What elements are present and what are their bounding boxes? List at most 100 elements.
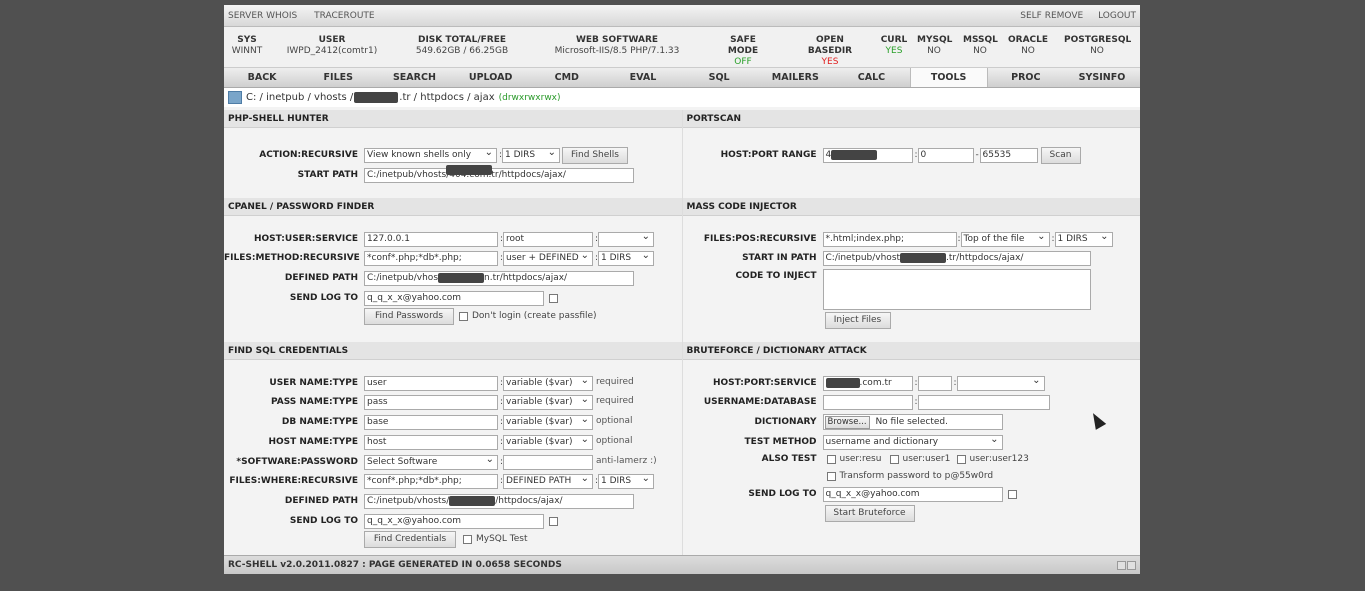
sql-software-password-input[interactable] xyxy=(503,455,593,470)
no-file-label: No file selected. xyxy=(875,417,948,427)
find-credentials-button[interactable]: Find Credentials xyxy=(364,531,456,548)
brute-service-select[interactable] xyxy=(956,376,1045,391)
scan-button[interactable]: Scan xyxy=(1040,147,1081,164)
portscan-to-input[interactable]: 65535 xyxy=(979,148,1038,163)
injector-dirs-select[interactable]: 1 DIRS xyxy=(1054,232,1113,247)
redacted-block xyxy=(354,92,399,103)
footer-status: RC-SHELL v2.0.2011.0827 : PAGE GENERATED… xyxy=(224,555,1140,574)
cpanel-defined-path-input[interactable]: C:/inetpub/vhos n.tr/httpdocs/ajax/ xyxy=(364,271,634,286)
brute-method-select[interactable]: username and dictionary xyxy=(822,435,1003,450)
start-bruteforce-button[interactable]: Start Bruteforce xyxy=(824,505,915,522)
brute-dictionary-file-input[interactable]: Browse... No file selected. xyxy=(822,414,1003,430)
brute-also-label: ALSO TEST xyxy=(761,454,817,464)
cpanel-defined-label: DEFINED PATH xyxy=(284,273,358,283)
sql-pass-type-select[interactable]: variable ($var) xyxy=(503,395,593,410)
find-shells-button[interactable]: Find Shells xyxy=(562,147,628,164)
menu-tools[interactable]: TOOLS xyxy=(909,68,988,87)
cpanel-service-select[interactable] xyxy=(598,232,654,247)
menu-proc[interactable]: PROC xyxy=(988,68,1064,87)
sql-db-input[interactable]: base xyxy=(364,415,498,430)
info-curl: CURL YES xyxy=(880,35,908,56)
portscan-header: PORTSCAN xyxy=(682,110,1140,128)
also-user123-label: user:user123 xyxy=(969,454,1029,464)
sql-sendlog-checkbox[interactable] xyxy=(549,517,558,526)
cpanel-sendlog-label: SEND LOG TO xyxy=(289,293,358,303)
server-whois-link[interactable]: SERVER WHOIS xyxy=(228,11,297,21)
cpanel-files-input[interactable]: *conf*.php;*db*.php; xyxy=(364,251,498,266)
injector-start-path-input[interactable]: C:/inetpub/vhost .tr/httpdocs/ajax/ xyxy=(822,251,1091,266)
injector-pos-select[interactable]: Top of the file xyxy=(960,232,1050,247)
brute-username-input[interactable] xyxy=(822,395,913,410)
cpanel-method-select[interactable]: user + DEFINED xyxy=(503,251,593,266)
portscan-from-input[interactable]: 0 xyxy=(917,148,974,163)
cpanel-user-input[interactable]: root xyxy=(503,232,593,247)
home-folder-icon[interactable] xyxy=(228,91,242,104)
mysql-test-checkbox[interactable] xyxy=(463,535,472,544)
info-disk: DISK TOTAL/FREE 549.62GB / 66.25GB xyxy=(415,35,509,56)
cpanel-host-input[interactable]: 127.0.0.1 xyxy=(364,232,498,247)
menu-sysinfo[interactable]: SYSINFO xyxy=(1064,68,1140,87)
brute-port-input[interactable] xyxy=(917,376,952,391)
injector-code-textarea[interactable] xyxy=(822,269,1091,310)
cpanel-dirs-select[interactable]: 1 DIRS xyxy=(598,251,654,266)
brute-sendlog-checkbox[interactable] xyxy=(1007,490,1017,499)
dont-login-checkbox[interactable] xyxy=(459,312,468,321)
portscan-host-input[interactable]: 4 xyxy=(822,148,913,163)
brute-database-input[interactable] xyxy=(917,395,1050,410)
sql-defined-path-input[interactable]: C:/inetpub/vhosts//httpdocs/ajax/ xyxy=(364,494,634,509)
menu-calc[interactable]: CALC xyxy=(833,68,909,87)
sql-software-select[interactable]: Select Software xyxy=(364,455,498,470)
sql-software-note: anti-lamerz :) xyxy=(596,456,657,466)
redacted-block xyxy=(438,272,485,283)
menu-mailers[interactable]: MAILERS xyxy=(757,68,833,87)
traceroute-link[interactable]: TRACEROUTE xyxy=(314,11,374,21)
logout-link[interactable]: LOGOUT xyxy=(1098,11,1136,21)
redacted-block xyxy=(900,252,947,263)
also-user1-checkbox[interactable] xyxy=(889,455,899,464)
brute-sendlog-input[interactable]: q_q_x_x@yahoo.com xyxy=(822,487,1003,502)
self-remove-link[interactable]: SELF REMOVE xyxy=(1020,11,1083,21)
sql-files-input[interactable]: *conf*.php;*db*.php; xyxy=(364,474,498,489)
menu-eval[interactable]: EVAL xyxy=(605,68,681,87)
shell-hunter-header: PHP-SHELL HUNTER xyxy=(224,110,682,128)
inject-files-button[interactable]: Inject Files xyxy=(824,312,891,329)
browse-button[interactable]: Browse... xyxy=(824,416,870,429)
also-user123-checkbox[interactable] xyxy=(956,455,966,464)
sql-host-label: HOST NAME:TYPE xyxy=(268,437,358,447)
brute-host-input[interactable]: .com.tr xyxy=(822,376,913,391)
sql-user-input[interactable]: user xyxy=(364,376,498,391)
also-resu-checkbox[interactable] xyxy=(826,455,836,464)
path-prefix[interactable]: C: / inetpub / vhosts / xyxy=(246,92,353,103)
transform-checkbox[interactable] xyxy=(826,472,836,481)
cpanel-sendlog-input[interactable]: q_q_x_x@yahoo.com xyxy=(364,291,544,306)
cpanel-sendlog-checkbox[interactable] xyxy=(549,294,558,303)
main-menu: BACK FILES SEARCH UPLOAD CMD EVAL SQL MA… xyxy=(224,68,1140,88)
shell-hunter-start-path-input[interactable]: C:/inetpub/vhosts/404.com.tr/httpdocs/aj… xyxy=(364,168,634,183)
mysql-test-label: MySQL Test xyxy=(476,534,528,544)
menu-cmd[interactable]: CMD xyxy=(529,68,605,87)
shell-hunter-action-select[interactable]: View known shells only xyxy=(364,148,497,163)
injector-files-input[interactable]: *.html;index.php; xyxy=(822,232,957,247)
sql-user-type-select[interactable]: variable ($var) xyxy=(503,376,593,391)
menu-back[interactable]: BACK xyxy=(224,68,300,87)
menu-files[interactable]: FILES xyxy=(300,68,376,87)
sql-where-select[interactable]: DEFINED PATH xyxy=(503,474,593,489)
redacted-block xyxy=(831,149,878,160)
menu-sql[interactable]: SQL xyxy=(681,68,757,87)
footer-square-icon[interactable] xyxy=(1127,561,1136,570)
sql-user-note: required xyxy=(596,377,634,387)
sql-sendlog-input[interactable]: q_q_x_x@yahoo.com xyxy=(364,514,544,529)
redacted-block xyxy=(825,377,860,388)
left-column: PHP-SHELL HUNTER ACTION:RECURSIVE View k… xyxy=(224,110,683,555)
menu-search[interactable]: SEARCH xyxy=(376,68,452,87)
shell-hunter-dirs-select[interactable]: 1 DIRS xyxy=(502,148,560,163)
find-passwords-button[interactable]: Find Passwords xyxy=(364,308,454,325)
menu-upload[interactable]: UPLOAD xyxy=(453,68,529,87)
sql-host-input[interactable]: host xyxy=(364,435,498,450)
sql-host-type-select[interactable]: variable ($var) xyxy=(503,435,593,450)
sql-db-type-select[interactable]: variable ($var) xyxy=(503,415,593,430)
path-suffix[interactable]: .tr / httpdocs / ajax xyxy=(399,92,494,103)
footer-square-icon[interactable] xyxy=(1117,561,1126,570)
sql-dirs-select[interactable]: 1 DIRS xyxy=(598,474,654,489)
sql-pass-input[interactable]: pass xyxy=(364,395,498,410)
